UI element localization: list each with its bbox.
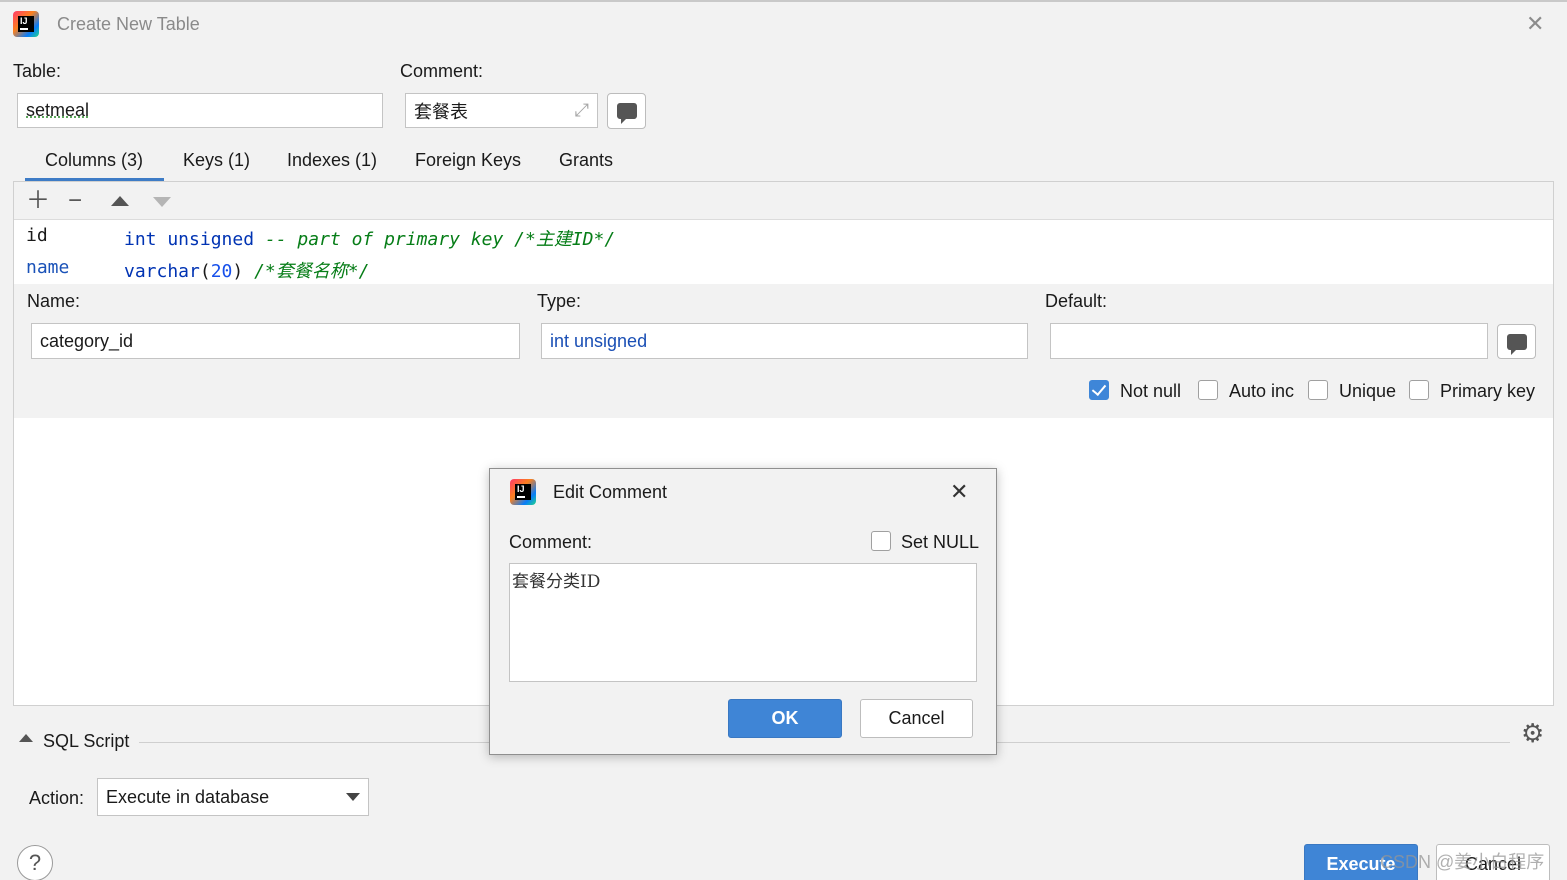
expand-icon[interactable]: ⤢: [575, 100, 589, 121]
auto-inc-label: Auto inc: [1229, 381, 1295, 401]
move-down-icon[interactable]: [153, 197, 171, 207]
edit-comment-dialog: IJ Edit Comment ✕ Comment: Set NULL 套餐分类…: [489, 468, 997, 755]
comment-textarea-value: 套餐分类ID: [512, 572, 601, 592]
dialog-cancel-button[interactable]: Cancel: [860, 699, 973, 738]
sql-script-divider-right: [997, 742, 1510, 743]
column-type-value: int unsigned: [550, 330, 648, 351]
column-extra: -- part of primary key: [264, 229, 504, 250]
watermark: CSDN @姜小白程序: [1380, 852, 1545, 872]
column-type-length: 20: [210, 261, 233, 282]
column-name-label: Name:: [27, 291, 81, 311]
not-null-label: Not null: [1120, 381, 1182, 401]
column-type-label: Type:: [537, 291, 582, 311]
tab-grants[interactable]: Grants: [559, 150, 613, 171]
app-logo-icon: IJ: [13, 11, 39, 37]
tab-foreign-keys[interactable]: Foreign Keys: [415, 150, 521, 171]
close-icon[interactable]: ✕: [950, 481, 968, 503]
column-row-name[interactable]: name: [26, 257, 69, 278]
column-comment-edit-button[interactable]: [1497, 324, 1536, 359]
dialog-cancel-button-label: Cancel: [888, 708, 945, 728]
paren-open: (: [199, 261, 211, 282]
sql-script-label[interactable]: SQL Script: [43, 731, 129, 752]
tab-indexes[interactable]: Indexes (1): [287, 150, 377, 171]
dialog-title: Edit Comment: [553, 482, 668, 502]
column-def-name: varchar(20) /*套餐名称*/: [124, 257, 369, 283]
primary-key-checkbox[interactable]: [1409, 380, 1429, 400]
table-comment-edit-button[interactable]: [607, 93, 646, 129]
action-label: Action:: [29, 788, 85, 808]
action-select[interactable]: Execute in database: [97, 778, 369, 816]
column-type: int unsigned: [124, 229, 255, 250]
comment-bubble-icon: [1506, 333, 1527, 355]
column-def-id: int unsigned -- part of primary key /*主建…: [124, 225, 615, 251]
column-name: name: [26, 257, 70, 278]
app-logo-icon: IJ: [510, 479, 536, 505]
table-comment-input[interactable]: 套餐表 ⤢: [405, 93, 598, 128]
gear-icon[interactable]: ⚙: [1521, 720, 1544, 746]
auto-inc-checkbox[interactable]: [1198, 380, 1218, 400]
close-icon[interactable]: ✕: [1526, 13, 1544, 35]
comment-label: Comment:: [400, 61, 484, 81]
column-default-label: Default:: [1045, 291, 1108, 311]
comment-bubble-icon: [616, 103, 637, 124]
add-icon[interactable]: ＋: [26, 189, 50, 213]
table-name-value: setmeal: [26, 100, 90, 120]
not-null-checkbox[interactable]: [1089, 380, 1109, 400]
set-null-label: Set NULL: [901, 532, 980, 552]
table-name-input[interactable]: setmeal: [17, 93, 383, 128]
ok-button-label: OK: [771, 708, 799, 728]
paren-close: ): [232, 261, 244, 282]
column-type-keyword: varchar: [124, 261, 200, 282]
tab-columns[interactable]: Columns (3): [45, 150, 143, 171]
columns-toolbar: ＋ −: [14, 182, 1553, 220]
table-label: Table:: [13, 61, 62, 81]
help-icon[interactable]: ?: [17, 845, 53, 880]
column-comment: /*套餐名称*/: [254, 261, 370, 282]
window-title: Create New Table: [57, 14, 200, 34]
dialog-comment-label: Comment:: [509, 532, 593, 552]
collapse-triangle-icon[interactable]: [19, 734, 33, 742]
sql-script-divider: [139, 742, 489, 743]
unique-checkbox[interactable]: [1308, 380, 1328, 400]
column-type-input[interactable]: int unsigned: [541, 323, 1028, 359]
dropdown-caret-icon: [346, 793, 360, 801]
move-up-icon[interactable]: [111, 196, 129, 206]
primary-key-label: Primary key: [1440, 381, 1536, 401]
set-null-checkbox[interactable]: [871, 531, 891, 551]
window-top-border: [0, 0, 1567, 2]
column-name: id: [26, 225, 48, 246]
column-name-value: category_id: [40, 330, 134, 351]
remove-icon[interactable]: −: [68, 189, 82, 213]
table-comment-value: 套餐表: [414, 101, 468, 122]
column-name-input[interactable]: category_id: [31, 323, 520, 359]
help-glyph: ?: [28, 850, 42, 875]
unique-label: Unique: [1339, 381, 1397, 401]
column-default-input[interactable]: [1050, 323, 1488, 359]
comment-textarea[interactable]: 套餐分类ID: [509, 563, 977, 682]
action-select-value: Execute in database: [106, 786, 270, 807]
column-row-id[interactable]: id: [26, 225, 48, 246]
tab-keys[interactable]: Keys (1): [183, 150, 250, 171]
column-comment: /*主建ID*/: [514, 229, 616, 250]
ok-button[interactable]: OK: [728, 699, 842, 738]
